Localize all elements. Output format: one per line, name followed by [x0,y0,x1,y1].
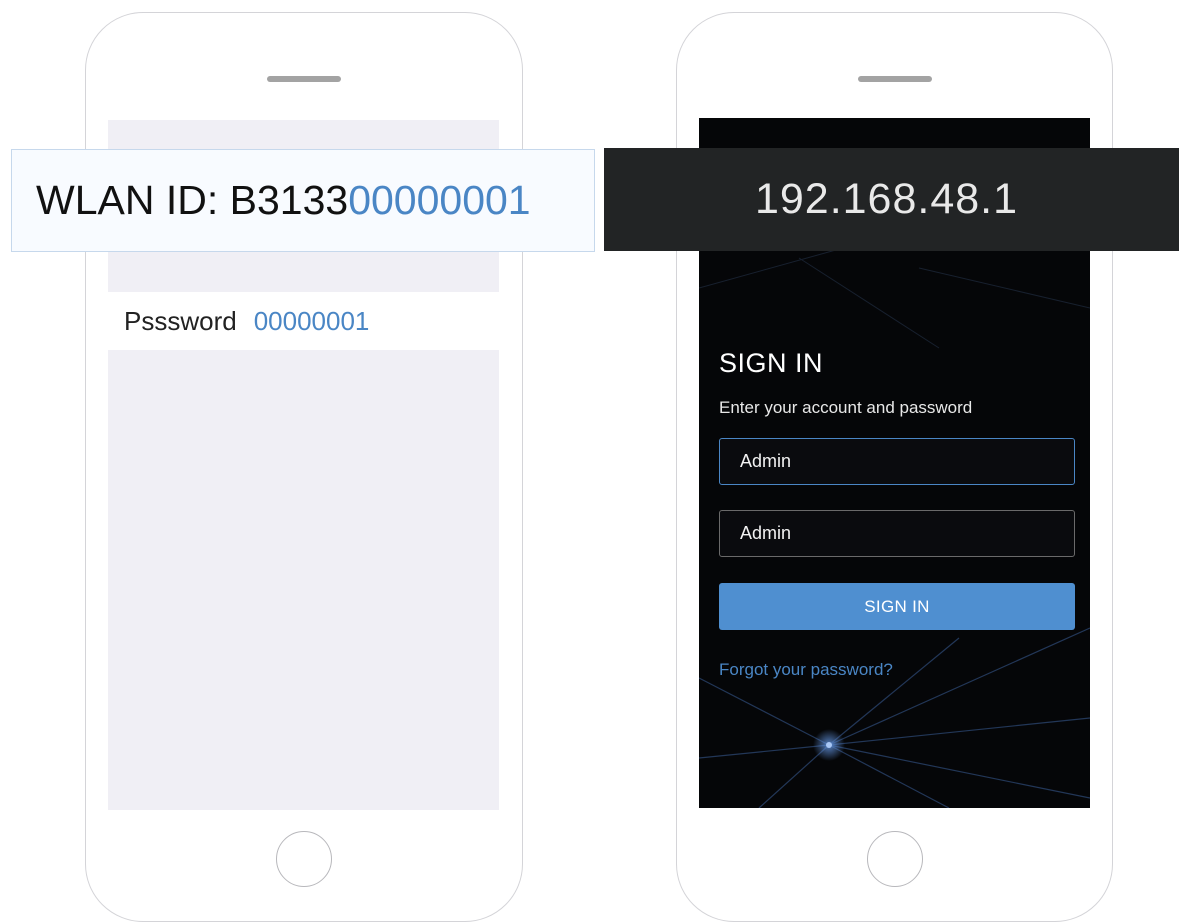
password-value: 00000001 [253,305,370,336]
speaker-slot-icon [857,76,932,82]
home-button-icon[interactable] [276,831,332,887]
wlan-id-prefix: WLAN ID: B3133 [36,177,349,223]
ip-address-banner: 192.168.48.1 [604,148,1179,251]
sign-in-button[interactable]: SIGN IN [719,583,1075,630]
account-value: Admin [740,451,792,471]
sign-in-subtitle: Enter your account and password [719,398,973,417]
account-field[interactable]: Admin [719,438,1075,485]
sign-in-title: SIGN IN [719,348,824,378]
wlan-id-banner: WLAN ID: B3133 00000001 [11,149,595,252]
wlan-id-highlight: 00000001 [348,177,531,223]
speaker-slot-icon [267,76,341,82]
password-field-value: Admin [740,523,792,543]
password-label: Psssword [124,305,237,336]
password-field[interactable]: Admin [719,510,1075,557]
home-button-icon[interactable] [866,831,923,887]
password-row: Psssword 00000001 [108,292,499,350]
forgot-password-link[interactable]: Forgot your password? [719,660,893,680]
